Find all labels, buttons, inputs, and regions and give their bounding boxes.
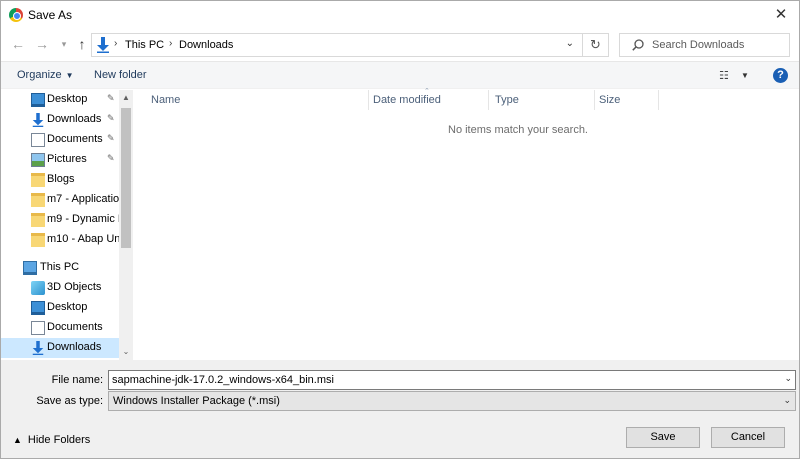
chrome-icon: [9, 8, 23, 22]
nav-item-downloads-pc[interactable]: Downloads: [1, 338, 119, 358]
breadcrumb-this-pc[interactable]: This PC: [125, 39, 164, 51]
search-input[interactable]: [652, 37, 787, 53]
column-header-size[interactable]: Size: [595, 90, 659, 110]
scroll-down-arrow-icon[interactable]: ⌄: [119, 344, 133, 360]
pin-icon: ✎: [107, 133, 115, 143]
organize-caret-icon: ▼: [65, 71, 74, 80]
up-arrow-icon[interactable]: ↑: [73, 35, 91, 53]
nav-item-label: Downloads: [47, 341, 102, 353]
nav-item-downloads[interactable]: Downloads ✎: [1, 110, 119, 130]
nav-item-documents-pc[interactable]: Documents: [1, 318, 119, 338]
column-header-type[interactable]: Type: [489, 90, 595, 110]
search-icon: [632, 39, 644, 51]
nav-item-desktop[interactable]: Desktop ✎: [1, 90, 119, 110]
nav-item-label: 3D Objects: [47, 281, 102, 293]
pin-icon: ✎: [107, 153, 115, 163]
hide-folders-label: Hide Folders: [27, 434, 91, 446]
breadcrumb-separator: ›: [169, 38, 173, 49]
nav-item-label: This PC: [40, 261, 80, 273]
nav-item-label: m10 - Abap Unit: [47, 233, 119, 245]
file-name-dropdown-chevron-icon[interactable]: ⌄: [784, 373, 792, 384]
documents-icon: [31, 133, 45, 147]
view-options-caret-icon[interactable]: ▼: [741, 71, 749, 80]
scroll-up-arrow-icon[interactable]: ▲: [119, 90, 133, 106]
save-button[interactable]: Save: [626, 427, 700, 448]
search-box[interactable]: [619, 33, 790, 57]
nav-item-3d-objects[interactable]: 3D Objects: [1, 278, 119, 298]
recent-locations-chevron-icon[interactable]: ▾: [55, 35, 73, 53]
nav-item-desktop-pc[interactable]: Desktop: [1, 298, 119, 318]
empty-message: No items match your search.: [448, 124, 588, 136]
nav-item-label: m7 - Application: [47, 193, 119, 205]
file-name-input[interactable]: [112, 373, 772, 387]
navigation-pane: Desktop ✎ Downloads ✎ Documents ✎ Pictur…: [1, 90, 133, 360]
nav-item-this-pc[interactable]: This PC: [1, 258, 119, 278]
window-title: Save As: [28, 8, 73, 22]
nav-item-label: m9 - Dynamic P: [47, 213, 119, 225]
folder-icon: [31, 233, 45, 247]
this-pc-icon: [23, 261, 37, 275]
pin-icon: ✎: [107, 93, 115, 103]
scrollbar-thumb[interactable]: [121, 108, 131, 248]
nav-item-label: Blogs: [47, 173, 75, 185]
cancel-button[interactable]: Cancel: [711, 427, 785, 448]
nav-item-label: Documents: [47, 321, 103, 333]
desktop-icon: [31, 93, 45, 107]
back-arrow-icon[interactable]: ←: [9, 35, 27, 53]
nav-item-label: Documents: [47, 133, 103, 145]
download-arrow-icon: [97, 37, 109, 53]
new-folder-button[interactable]: New folder: [94, 69, 147, 81]
nav-item-blogs[interactable]: Blogs: [1, 170, 119, 190]
chevron-up-icon: ▲: [13, 435, 22, 445]
pictures-icon: [31, 153, 45, 167]
nav-item-label: Desktop: [47, 93, 88, 105]
organize-label: Organize: [17, 69, 62, 81]
nav-item-pictures[interactable]: Pictures ✎: [1, 150, 119, 170]
save-as-type-label: Save as type:: [36, 395, 103, 407]
address-bar[interactable]: › This PC › Downloads ⌄: [91, 33, 583, 57]
column-header-name[interactable]: Name: [151, 90, 369, 110]
save-as-type-dropdown-chevron-icon[interactable]: ⌄: [783, 395, 791, 406]
breadcrumb-separator: ›: [114, 38, 118, 49]
download-arrow-icon: [32, 113, 44, 127]
view-options-icon[interactable]: ☷: [719, 69, 729, 82]
file-name-field[interactable]: ⌄: [108, 370, 796, 390]
hide-folders-button[interactable]: ▲ Hide Folders: [13, 434, 90, 446]
organize-button[interactable]: Organize ▼: [17, 69, 74, 81]
file-name-label: File name:: [51, 374, 103, 386]
breadcrumb-downloads[interactable]: Downloads: [179, 39, 233, 51]
folder-icon: [31, 173, 45, 187]
refresh-button[interactable]: ↻: [583, 33, 609, 57]
address-dropdown-chevron-icon[interactable]: ⌄: [566, 38, 574, 49]
navigation-bar: ← → ▾ ↑ › This PC › Downloads ⌄ ↻: [1, 29, 799, 61]
help-icon[interactable]: ?: [773, 68, 788, 83]
folder-icon: [31, 213, 45, 227]
nav-item-m10-abap-unit[interactable]: m10 - Abap Unit: [1, 230, 119, 250]
sort-caret-icon: ⌃: [424, 88, 430, 95]
save-options-panel: File name: ⌄ Save as type: Windows Insta…: [1, 360, 799, 458]
close-button[interactable]: ✕: [763, 1, 799, 29]
desktop-icon: [31, 301, 45, 315]
download-arrow-icon: [32, 341, 44, 355]
nav-item-label: Pictures: [47, 153, 87, 165]
nav-item-documents[interactable]: Documents ✎: [1, 130, 119, 150]
folder-icon: [31, 193, 45, 207]
save-as-type-value: Windows Installer Package (*.msi): [113, 395, 280, 407]
documents-icon: [31, 321, 45, 335]
title-bar: Save As ✕: [1, 1, 799, 29]
nav-item-m7-application[interactable]: m7 - Application: [1, 190, 119, 210]
nav-item-label: Downloads: [47, 113, 102, 125]
save-as-dialog: Save As ✕ ← → ▾ ↑ › This PC › Downloads …: [0, 0, 800, 459]
3d-objects-icon: [31, 281, 45, 295]
file-list[interactable]: Name Date modified ⌃ Type Size No items …: [133, 88, 799, 360]
nav-item-label: Desktop: [47, 301, 88, 313]
nav-item-m9-dynamic[interactable]: m9 - Dynamic P: [1, 210, 119, 230]
save-as-type-select[interactable]: Windows Installer Package (*.msi) ⌄: [108, 391, 796, 411]
command-toolbar: Organize ▼ New folder ☷ ▼ ?: [1, 61, 799, 89]
forward-arrow-icon[interactable]: →: [33, 35, 51, 53]
pin-icon: ✎: [107, 113, 115, 123]
nav-pane-scrollbar[interactable]: ▲ ⌄: [119, 90, 133, 360]
